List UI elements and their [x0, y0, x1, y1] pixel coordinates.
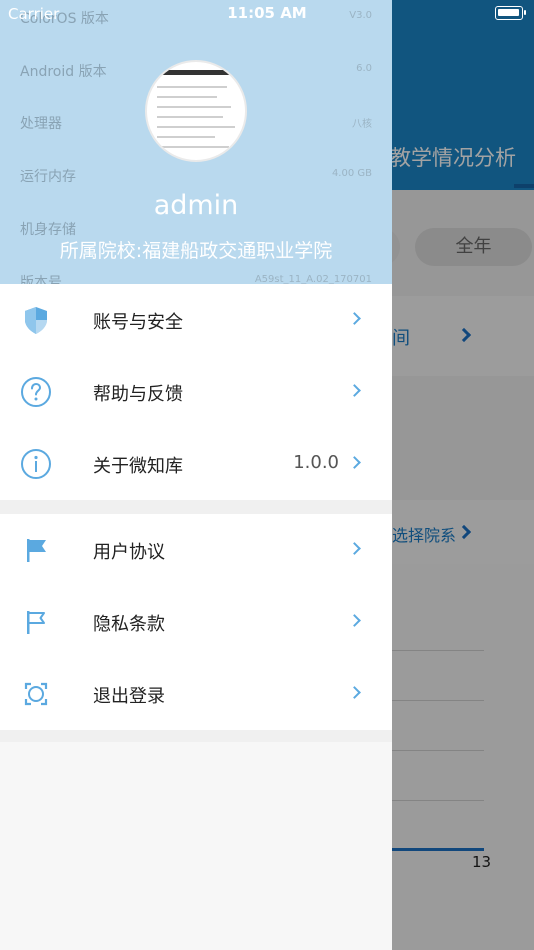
avatar-image-line	[157, 126, 235, 128]
chevron-right-icon	[348, 686, 361, 699]
avatar-image-bar	[155, 70, 241, 75]
section-divider	[0, 500, 392, 514]
help-circle-icon	[20, 376, 52, 408]
menu-label: 帮助与反馈	[93, 384, 183, 405]
side-drawer: ColorOS 版本 V3.0 Android 版本 6.0 处理器 八核 运行…	[0, 0, 392, 950]
menu-group-legal: 用户协议 隐私条款 退出登录	[0, 514, 392, 730]
avatar-image-line	[157, 86, 227, 88]
menu-label: 用户协议	[93, 542, 165, 563]
avatar-image-line	[157, 116, 223, 118]
logout-icon	[20, 678, 52, 710]
username: admin	[153, 190, 239, 221]
app-version: 1.0.0	[293, 452, 339, 473]
avatar-image-line	[157, 136, 215, 138]
section-divider	[0, 730, 392, 742]
avatar-image-line	[157, 146, 229, 148]
profile-header: ColorOS 版本 V3.0 Android 版本 6.0 处理器 八核 运行…	[0, 0, 392, 284]
chevron-right-icon	[348, 384, 361, 397]
flag-filled-icon	[20, 534, 52, 566]
battery-icon	[495, 6, 526, 20]
menu-label: 账号与安全	[93, 312, 183, 333]
shield-icon	[20, 304, 52, 336]
menu-item-account-security[interactable]: 账号与安全	[0, 284, 392, 356]
menu-label: 隐私条款	[93, 614, 165, 635]
menu-item-help-feedback[interactable]: 帮助与反馈	[0, 356, 392, 428]
avatar[interactable]	[145, 60, 247, 162]
info-circle-icon	[20, 448, 52, 480]
chevron-right-icon	[348, 614, 361, 627]
menu-item-logout[interactable]: 退出登录	[0, 658, 392, 730]
menu-label: 关于微知库	[93, 456, 183, 477]
menu-item-privacy[interactable]: 隐私条款	[0, 586, 392, 658]
chevron-right-icon	[348, 312, 361, 325]
chevron-right-icon	[348, 542, 361, 555]
status-time: 11:05 AM	[227, 4, 307, 22]
menu-group-account: 账号与安全 帮助与反馈 关于微知库 1.0.0	[0, 284, 392, 500]
school-label: 所属院校:福建船政交通职业学院	[59, 240, 333, 262]
flag-outline-icon	[20, 606, 52, 638]
menu-item-user-agreement[interactable]: 用户协议	[0, 514, 392, 586]
menu-item-about[interactable]: 关于微知库 1.0.0	[0, 428, 392, 500]
chevron-right-icon	[348, 456, 361, 469]
avatar-image-line	[157, 106, 231, 108]
menu-label: 退出登录	[93, 686, 165, 707]
avatar-image-line	[157, 96, 217, 98]
